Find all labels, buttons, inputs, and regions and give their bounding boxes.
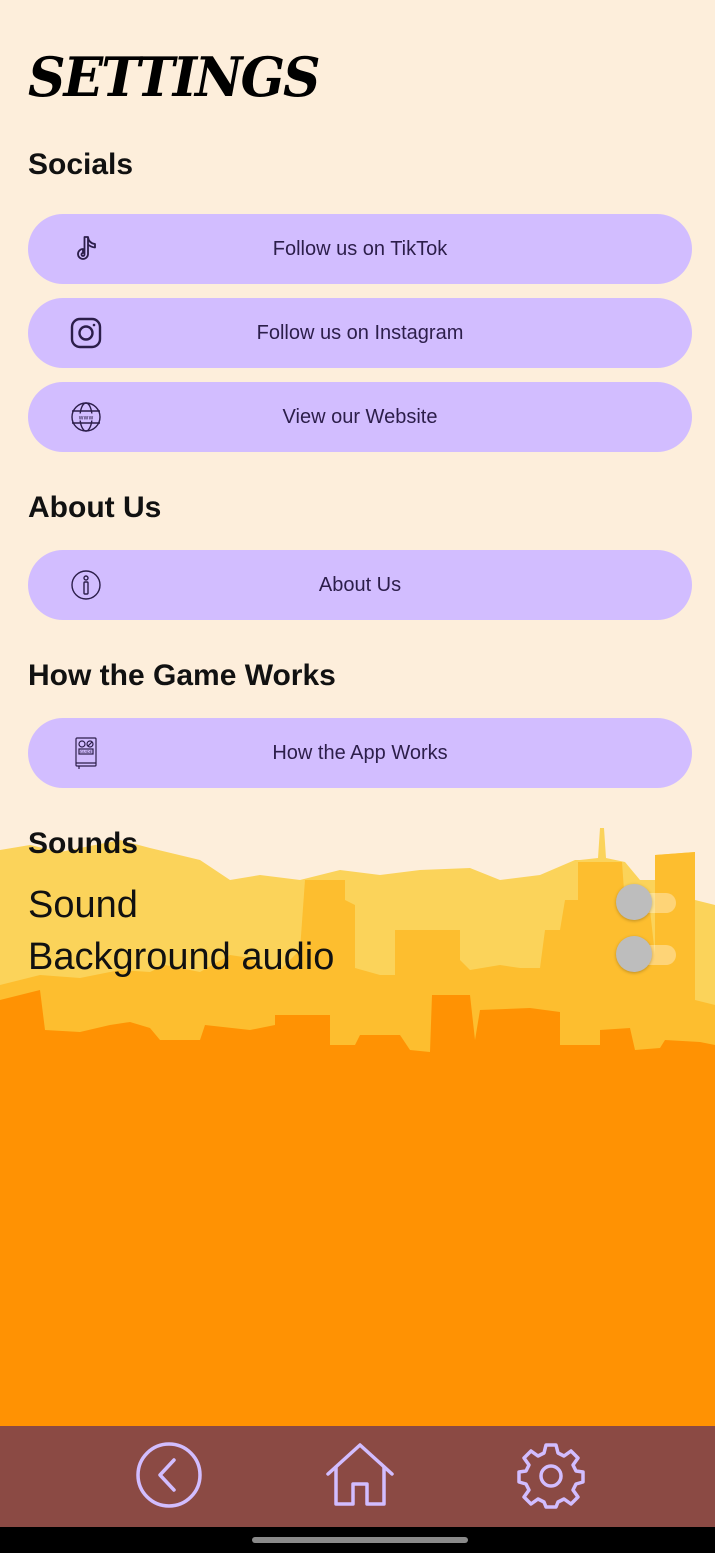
about-us-button[interactable]: About Us	[28, 550, 692, 620]
background-audio-toggle[interactable]	[616, 936, 676, 972]
sound-toggle-knob	[616, 884, 652, 920]
sound-toggle-row: Sound	[28, 884, 688, 934]
socials-heading: Socials	[28, 148, 134, 181]
view-website-label: View our Website	[282, 405, 438, 428]
svg-text:GUIDE: GUIDE	[80, 749, 93, 754]
background-audio-label: Background audio	[28, 936, 335, 978]
home-indicator[interactable]	[252, 1537, 468, 1543]
about-heading: About Us	[28, 491, 162, 524]
view-website-button[interactable]: www View our Website	[28, 382, 692, 452]
background-audio-toggle-knob	[616, 936, 652, 972]
home-icon	[324, 1440, 396, 1514]
bottom-nav	[0, 1426, 715, 1527]
home-button[interactable]	[323, 1440, 397, 1514]
settings-screen: SETTINGS Socials Follow us on TikTok Fol…	[0, 0, 715, 1553]
sounds-heading: Sounds	[28, 827, 138, 860]
svg-text:www: www	[79, 415, 94, 422]
how-app-works-button[interactable]: GUIDE How the App Works	[28, 718, 692, 788]
how-heading: How the Game Works	[28, 659, 336, 692]
background-audio-toggle-row: Background audio	[28, 936, 688, 986]
about-us-label: About Us	[318, 573, 402, 596]
system-navigation-bar	[0, 1527, 715, 1553]
settings-button[interactable]	[514, 1440, 588, 1514]
info-icon	[68, 567, 104, 603]
sound-toggle[interactable]	[616, 884, 676, 920]
tiktok-icon	[68, 231, 104, 267]
globe-icon: www	[68, 399, 104, 435]
page-title: SETTINGS	[28, 45, 321, 110]
guide-book-icon: GUIDE	[68, 735, 104, 771]
sound-label: Sound	[28, 884, 138, 926]
back-arrow-icon	[134, 1440, 204, 1514]
follow-tiktok-label: Follow us on TikTok	[272, 237, 448, 260]
follow-instagram-button[interactable]: Follow us on Instagram	[28, 298, 692, 368]
back-button[interactable]	[132, 1440, 206, 1514]
follow-instagram-label: Follow us on Instagram	[256, 321, 464, 344]
follow-tiktok-button[interactable]: Follow us on TikTok	[28, 214, 692, 284]
instagram-icon	[68, 315, 104, 351]
how-app-works-label: How the App Works	[272, 741, 448, 764]
gear-icon	[516, 1440, 586, 1514]
